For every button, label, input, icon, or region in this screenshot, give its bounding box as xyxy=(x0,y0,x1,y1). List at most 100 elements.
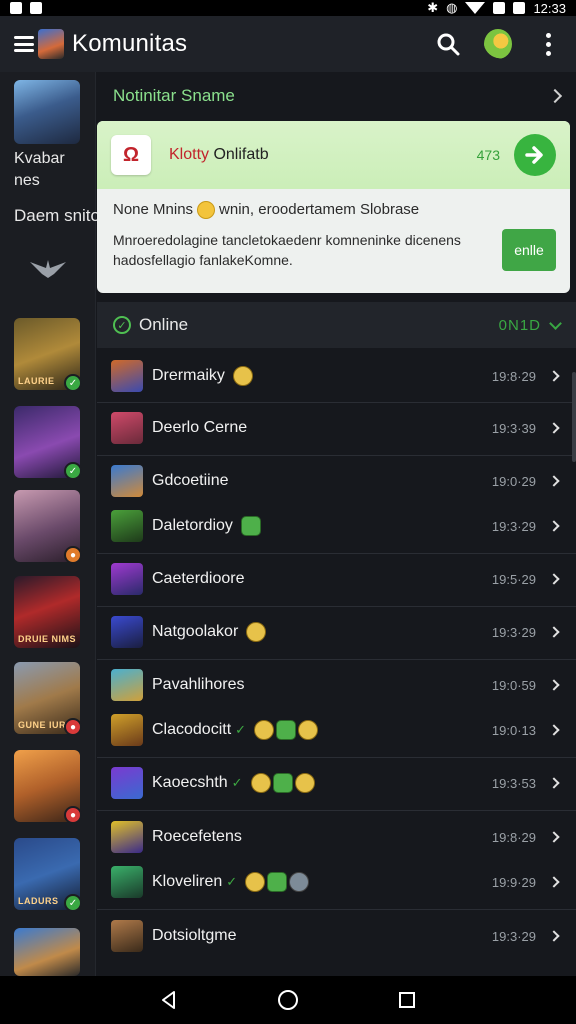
verified-icon: ✓ xyxy=(231,775,243,790)
bluetooth-icon: ✱ xyxy=(427,0,439,15)
contact-name: Dotsioltgme xyxy=(152,927,237,944)
emoji-icon xyxy=(294,773,315,793)
more-options-icon[interactable] xyxy=(534,30,562,58)
contact-name: Roecefetens xyxy=(152,828,242,845)
list-item[interactable]: Kloveliren ✓ 19:9·29 xyxy=(97,860,570,904)
list-item[interactable]: Natgoolakor 19:3·29 xyxy=(97,610,570,654)
contact-avatar xyxy=(111,669,143,701)
emoji-icon xyxy=(245,872,266,892)
contact-name: Caeterdioore xyxy=(152,570,245,587)
notification-description: Mnroeredolagine tancletokaedenr komnenin… xyxy=(113,232,461,269)
online-badge-icon: ✓ xyxy=(64,374,82,392)
back-icon[interactable] xyxy=(149,980,189,1020)
contact-avatar xyxy=(111,821,143,853)
contact-avatar xyxy=(111,465,143,497)
scrollbar[interactable] xyxy=(572,372,576,462)
game-tile[interactable]: ✓ xyxy=(14,406,82,480)
app-title: Komunitas xyxy=(72,30,188,57)
notifications-title: Notinitar Sname xyxy=(113,86,235,105)
arrow-right-icon[interactable] xyxy=(514,134,556,176)
emoji-icon xyxy=(267,872,288,892)
contact-time: 19:3·29 xyxy=(491,624,536,640)
online-section-header[interactable]: ✓ Online 0N1D xyxy=(97,302,576,348)
list-item[interactable]: Dotsioltgme 19:3·29 xyxy=(97,914,570,958)
brand-logo-icon: Ω xyxy=(111,135,151,175)
divider xyxy=(97,810,576,811)
game-tile[interactable]: GUNE IURDS ● xyxy=(14,662,82,736)
contact-time: 19:3·29 xyxy=(491,518,536,534)
emoji-icon xyxy=(254,720,275,740)
chevron-right-icon xyxy=(548,724,560,736)
contact-avatar xyxy=(111,767,143,799)
recents-icon[interactable] xyxy=(387,980,427,1020)
divider xyxy=(97,402,576,403)
notifications-header[interactable]: Notinitar Sname xyxy=(97,72,576,120)
divider xyxy=(97,757,576,758)
game-tile[interactable]: ● xyxy=(14,490,82,564)
list-item[interactable]: Daletordioy 19:3·29 xyxy=(97,504,570,548)
divider xyxy=(97,659,576,660)
online-count: 0N1D xyxy=(498,316,541,334)
contact-avatar xyxy=(111,563,143,595)
online-check-icon: ✓ xyxy=(113,316,131,334)
contact-time: 19:0·59 xyxy=(491,677,536,693)
chevron-right-icon xyxy=(548,831,560,843)
emoji-icon xyxy=(272,773,293,793)
emoji-icon xyxy=(240,516,261,536)
chevron-right-icon xyxy=(548,626,560,638)
list-item[interactable]: Gdcoetiine 19:0·29 xyxy=(97,459,570,503)
list-item[interactable]: Deerlo Cerne 19:3·39 xyxy=(97,406,570,450)
contact-avatar xyxy=(111,360,143,392)
contact-name: Clacodocitt xyxy=(152,721,232,738)
hamburger-menu-icon[interactable] xyxy=(14,36,34,52)
notification-card: Ω Klotty Onlifatb 473 None Mnins wnin, er… xyxy=(97,121,570,293)
chevron-right-icon xyxy=(548,475,560,487)
contact-name: Gdcoetiine xyxy=(152,472,229,489)
emoji-icon xyxy=(250,773,271,793)
sidebar: Kvabar nes Daem snito LAURIE ✓ ✓ ● DRUIE… xyxy=(0,72,100,976)
status-badge-icon: ● xyxy=(64,806,82,824)
smiley-emoji-icon xyxy=(197,201,216,220)
game-tile[interactable]: LADURS ✓ xyxy=(14,838,82,912)
chevron-right-icon xyxy=(548,573,560,585)
home-icon[interactable] xyxy=(268,980,308,1020)
verified-icon: ✓ xyxy=(226,874,238,889)
contact-time: 19:3·39 xyxy=(491,420,536,436)
chevron-right-icon xyxy=(548,422,560,434)
list-item[interactable]: Roecefetens 19:8·29 xyxy=(97,815,570,859)
online-badge-icon: ✓ xyxy=(64,462,82,480)
app-avatar xyxy=(38,29,64,59)
game-tile[interactable]: DRUIE NIMS xyxy=(14,576,80,648)
contact-name: Drermaiky xyxy=(152,367,225,384)
contact-time: 19:9·29 xyxy=(491,874,536,890)
list-item[interactable]: Caeterdioore 19:5·29 xyxy=(97,557,570,601)
contact-time: 19:0·29 xyxy=(491,473,536,489)
list-item[interactable]: Kaoecshth ✓ 19:3·53 xyxy=(97,761,570,805)
game-tile[interactable]: ● xyxy=(14,750,82,824)
divider xyxy=(97,909,576,910)
emoji-icon xyxy=(289,872,310,892)
chevron-right-icon xyxy=(548,930,560,942)
status-bar: ✱ ◍ 12:33 xyxy=(0,0,576,16)
game-tile[interactable] xyxy=(14,928,80,976)
list-item[interactable]: Drermaiky 19:8·29 xyxy=(97,354,570,398)
emoji-icon xyxy=(298,720,319,740)
contact-avatar xyxy=(111,616,143,648)
chevron-right-icon xyxy=(548,520,560,532)
list-item[interactable]: Pavahlihores 19:0·59 xyxy=(97,663,570,707)
rewards-icon[interactable] xyxy=(484,29,512,59)
emoji-icon xyxy=(232,366,253,386)
contact-name: Deerlo Cerne xyxy=(152,419,248,436)
notification-icon xyxy=(10,2,22,14)
game-tile[interactable]: LAURIE ✓ xyxy=(14,318,82,392)
chevron-down-icon xyxy=(549,316,562,330)
divider xyxy=(97,606,576,607)
list-item[interactable]: Clacodocitt ✓ 19:0·13 xyxy=(97,708,570,752)
search-icon[interactable] xyxy=(434,30,462,58)
profile-avatar[interactable] xyxy=(14,80,80,144)
contact-time: 19:0·13 xyxy=(491,722,536,738)
wifi-icon xyxy=(465,2,486,14)
notification-title: Klotty Onlifatb xyxy=(169,146,269,163)
notification-card-header[interactable]: Ω Klotty Onlifatb 473 xyxy=(97,121,570,189)
notification-action-button[interactable]: enlle xyxy=(502,229,556,272)
